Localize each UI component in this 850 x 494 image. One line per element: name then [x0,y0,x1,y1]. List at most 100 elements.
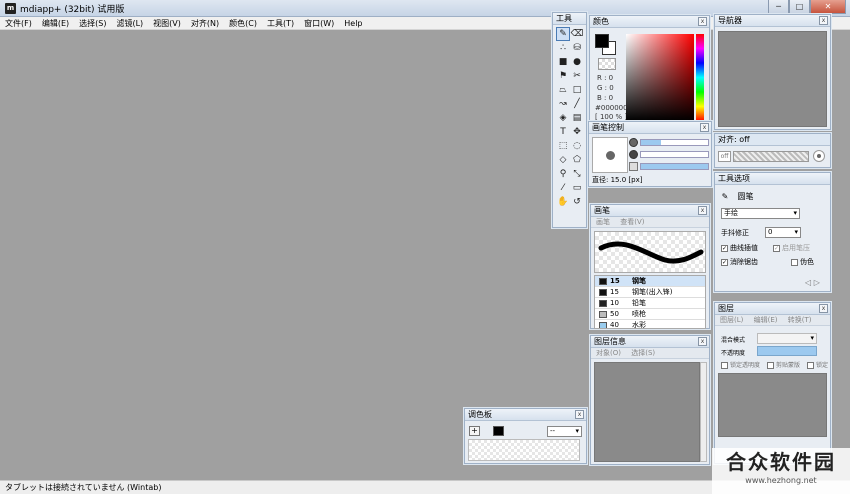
layers-panel: 图层 x 图层(L) 编辑(E) 转换(T) 混合模式 不透明度 锁定透明度 剪贴… [714,302,831,464]
pen-icon[interactable]: ✎ [556,27,570,41]
hand-icon[interactable]: ✋ [556,195,570,209]
window-controls: ─ □ ✕ [768,0,846,14]
tool-options-nav-arrows[interactable]: ◁ ▷ [805,278,820,287]
curve-icon[interactable]: ↝ [556,97,570,111]
menu-help[interactable]: Help [339,17,367,30]
rotate-icon[interactable]: ↺ [570,195,584,209]
circle-icon[interactable]: ● [570,55,584,69]
correction-select[interactable]: 0 [765,227,801,238]
transparent-swatch[interactable] [598,58,616,70]
brush-size: 15 [610,277,620,285]
trapezoid-icon[interactable]: ⏢ [556,83,570,97]
clip-checkbox[interactable] [767,362,774,369]
transform-icon[interactable]: ⤡ [570,167,584,181]
line-icon[interactable]: ╱ [570,97,584,111]
close-button[interactable]: ✕ [810,0,846,14]
density-icon [629,150,638,159]
ruler-icon[interactable]: ▭ [570,181,584,195]
menu-file[interactable]: 文件(F) [0,17,37,30]
navigator-preview[interactable] [718,31,827,127]
dot-brush-icon[interactable]: ∴ [556,41,570,55]
rect-select-icon[interactable]: ⬚ [556,139,570,153]
ellipse-select-icon[interactable]: ◌ [570,139,584,153]
saturation-value-picker[interactable] [626,34,694,121]
tab-layer-convert[interactable]: 转换(T) [788,316,812,324]
opacity-icon [629,162,638,171]
add-palette-button[interactable]: + [469,426,480,436]
tool-grid: ✎ ⌫ ∴ ⛁ ■ ● ⚑ ✂ ⏢ □ ↝ ╱ ◈ ▤ T ✥ ⬚ ◌ ◇ ⬠ ⚲ ⤡ ⁄ ▭ ✋ ↺ [553,25,586,211]
tab-selection[interactable]: 选择(S) [631,349,655,357]
tab-brush[interactable]: 画笔 [596,218,610,226]
lock-alpha-checkbox[interactable] [721,362,728,369]
menu-color[interactable]: 颜色(C) [224,17,262,30]
brush-list[interactable]: 15 钢笔 15 钢笔(出入锋) 10 铅笔 50 喷枪 40 水彩 [594,275,706,329]
simulate-checkbox[interactable] [791,258,798,266]
tool-options-title: 工具选项 [718,174,750,183]
brush-list-item[interactable]: 15 钢笔(出入锋) [595,287,705,298]
poly-select-icon[interactable]: ⬠ [570,153,584,167]
tab-layer-edit[interactable]: 编辑(E) [754,316,778,324]
gradient-icon[interactable]: ▤ [570,111,584,125]
tab-layer[interactable]: 图层(L) [720,316,743,324]
blend-mode-select[interactable] [757,333,817,344]
close-icon[interactable]: x [700,123,709,132]
watermark-main: 合众软件园 [726,450,836,474]
anti-alias-checkbox[interactable]: ✓ [721,258,728,266]
palette-swatches-area[interactable] [468,439,580,461]
snap-settings-icon[interactable] [813,150,825,162]
opacity-label: 不透明度 [721,350,746,357]
close-icon[interactable]: x [698,337,707,346]
tab-object[interactable]: 对象(O) [596,349,621,357]
brush-list-item[interactable]: 10 铅笔 [595,298,705,309]
snap-options-strip[interactable] [733,151,809,162]
draw-mode-select[interactable]: 手绘 [721,208,800,219]
menu-tools[interactable]: 工具(T) [262,17,299,30]
palette-select[interactable]: -- [547,426,582,437]
brush-list-item[interactable]: 40 水彩 [595,320,705,328]
hue-slider[interactable] [696,34,704,121]
close-icon[interactable]: x [698,206,707,215]
menu-filter[interactable]: 滤镜(L) [111,17,148,30]
menu-view[interactable]: 视图(V) [148,17,186,30]
scissors-icon[interactable]: ✂ [570,69,584,83]
eraser-icon[interactable]: ⌫ [570,27,584,41]
menu-snap[interactable]: 对齐(N) [186,17,224,30]
curve-interp-checkbox[interactable]: ✓ [721,244,728,252]
layer-info-panel: 图层信息 x 对象(O) 选择(S) [590,335,710,465]
maximize-button[interactable]: □ [789,0,810,14]
layer-opacity-slider[interactable] [757,346,817,356]
brush-list-item[interactable]: 50 喷枪 [595,309,705,320]
rect-outline-icon[interactable]: □ [570,83,584,97]
palette-color-swatch[interactable] [493,426,504,436]
brush-size-slider[interactable] [629,138,709,147]
text-icon[interactable]: T [556,125,570,139]
eyedropper-icon[interactable]: ⁄ [556,181,570,195]
move-icon[interactable]: ✥ [570,125,584,139]
layer-info-content [594,362,700,462]
fill-icon[interactable]: ⛁ [570,41,584,55]
foreground-color-swatch[interactable] [595,34,609,48]
lasso-icon[interactable]: ◇ [556,153,570,167]
brush-list-item[interactable]: 15 钢笔 [595,276,705,287]
close-icon[interactable]: x [819,16,828,25]
flag-icon[interactable]: ⚑ [556,69,570,83]
layer-list[interactable] [718,373,827,437]
square-icon[interactable]: ■ [556,55,570,69]
menu-edit[interactable]: 编辑(E) [37,17,74,30]
layer-info-scrollbar[interactable] [700,362,707,462]
zoom-icon[interactable]: ⚲ [556,167,570,181]
brush-opacity-slider[interactable] [629,162,709,171]
menu-select[interactable]: 选择(S) [74,17,111,30]
menu-window[interactable]: 窗口(W) [299,17,339,30]
pen-pressure-checkbox[interactable]: ✓ [773,244,780,252]
snap-off-button[interactable]: off [718,151,731,162]
close-icon[interactable]: x [575,410,584,419]
minimize-button[interactable]: ─ [768,0,789,14]
close-icon[interactable]: x [819,304,828,313]
tools-panel: 工具 ✎ ⌫ ∴ ⛁ ■ ● ⚑ ✂ ⏢ □ ↝ ╱ ◈ ▤ T ✥ ⬚ ◌ ◇ ⬠ ⚲ ⤡ ⁄ ▭ ✋ ↺ [552,12,587,228]
brush-density-slider[interactable] [629,150,709,159]
close-icon[interactable]: x [698,17,707,26]
tab-view[interactable]: 查看(V) [620,218,644,226]
bucket-icon[interactable]: ◈ [556,111,570,125]
lock-checkbox[interactable] [807,362,814,369]
